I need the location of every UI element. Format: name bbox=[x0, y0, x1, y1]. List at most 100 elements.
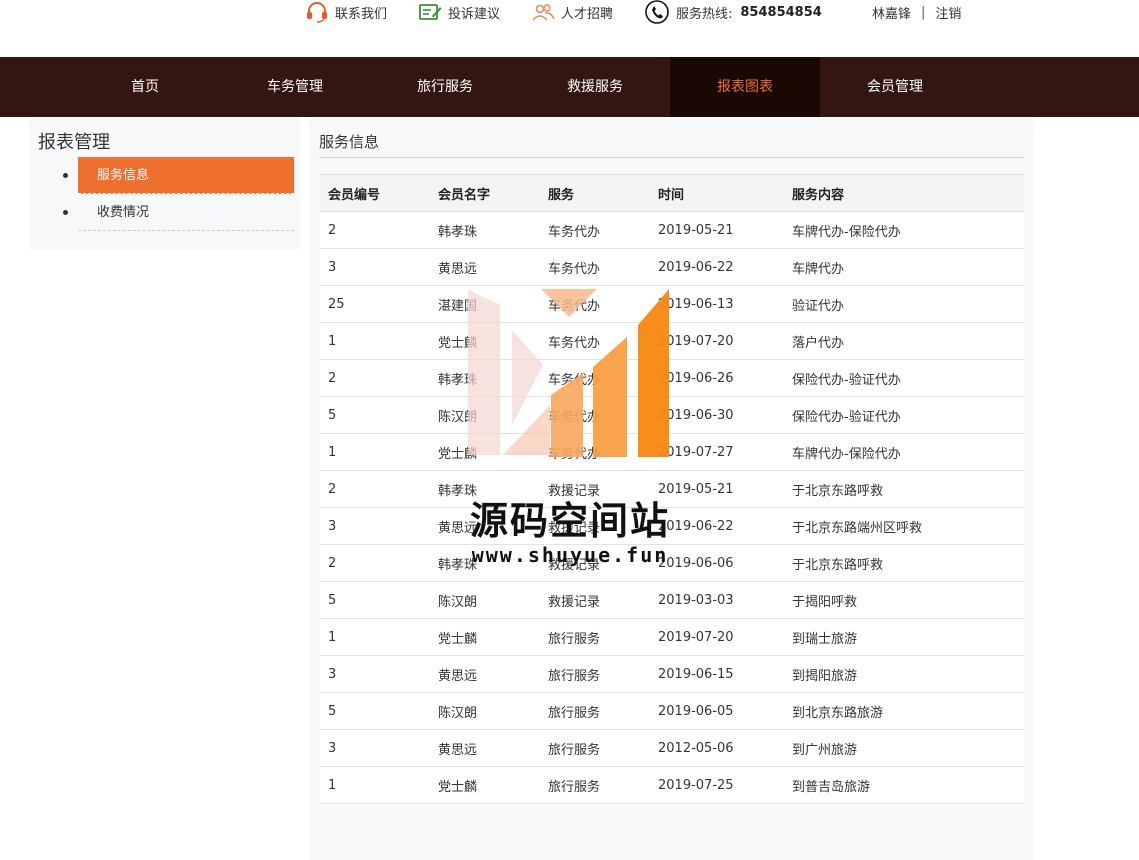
cell-time: 2019-06-22 bbox=[650, 507, 784, 545]
cell-time: 2019-07-25 bbox=[650, 766, 784, 804]
sidebar-item-service-info: 服务信息 bbox=[30, 157, 300, 194]
col-time: 时间 bbox=[650, 174, 784, 212]
sidebar: 报表管理 服务信息 收费情况 bbox=[30, 117, 300, 249]
table-row: 2 韩孝珠 救援记录 2019-05-21 于北京东路呼救 bbox=[320, 470, 1024, 508]
table-row: 2 韩孝珠 救援记录 2019-06-06 于北京东路呼救 bbox=[320, 544, 1024, 582]
cell-time: 2019-06-13 bbox=[650, 285, 784, 323]
cell-time: 2019-03-03 bbox=[650, 581, 784, 619]
cell-member-name: 黄思远 bbox=[430, 507, 540, 545]
people-icon bbox=[531, 2, 555, 22]
recruit-link[interactable]: 人才招聘 bbox=[531, 0, 613, 24]
cell-service-content: 到北京东路旅游 bbox=[784, 692, 1024, 730]
sidebar-menu: 服务信息 收费情况 bbox=[30, 157, 300, 231]
cell-member-name: 黄思远 bbox=[430, 729, 540, 767]
cell-member-id: 1 bbox=[320, 618, 430, 656]
user-separator: | bbox=[921, 4, 926, 20]
nav-item-travel[interactable]: 旅行服务 bbox=[370, 57, 520, 117]
cell-member-name: 党士麟 bbox=[430, 322, 540, 360]
col-service: 服务 bbox=[540, 174, 650, 212]
cell-member-id: 25 bbox=[320, 285, 430, 323]
cell-service-content: 到广州旅游 bbox=[784, 729, 1024, 767]
cell-member-id: 5 bbox=[320, 396, 430, 434]
cell-service-content: 车牌代办 bbox=[784, 248, 1024, 286]
cell-service-content: 车牌代办-保险代办 bbox=[784, 433, 1024, 471]
user-area: 林嘉锋 | 注销 bbox=[872, 0, 961, 24]
cell-service: 车务代办 bbox=[540, 359, 650, 397]
table-row: 3 黄思远 旅行服务 2019-06-15 到揭阳旅游 bbox=[320, 655, 1024, 693]
table-row: 2 韩孝珠 车务代办 2019-06-26 保险代办-验证代办 bbox=[320, 359, 1024, 397]
cell-time: 2019-05-21 bbox=[650, 470, 784, 508]
cell-service: 救援记录 bbox=[540, 507, 650, 545]
cell-member-name: 韩孝珠 bbox=[430, 359, 540, 397]
cell-service: 车务代办 bbox=[540, 211, 650, 249]
cell-service: 车务代办 bbox=[540, 248, 650, 286]
contact-label: 联系我们 bbox=[335, 6, 388, 22]
cell-service: 救援记录 bbox=[540, 581, 650, 619]
cell-member-name: 黄思远 bbox=[430, 655, 540, 693]
logout-link[interactable]: 注销 bbox=[935, 3, 961, 22]
cell-member-name: 湛建国 bbox=[430, 285, 540, 323]
cell-service: 车务代办 bbox=[540, 433, 650, 471]
complaint-link[interactable]: 投诉建议 bbox=[418, 0, 500, 24]
sidebar-link-service-info[interactable]: 服务信息 bbox=[78, 157, 294, 194]
hotline: 服务热线: 854854854 bbox=[644, 0, 822, 24]
cell-member-name: 韩孝珠 bbox=[430, 211, 540, 249]
table-row: 2 韩孝珠 车务代办 2019-05-21 车牌代办-保险代办 bbox=[320, 211, 1024, 249]
nav-item-members[interactable]: 会员管理 bbox=[820, 57, 970, 117]
cell-time: 2019-06-22 bbox=[650, 248, 784, 286]
col-service-content: 服务内容 bbox=[784, 174, 1024, 212]
cell-member-name: 党士麟 bbox=[430, 433, 540, 471]
cell-member-name: 陈汉朗 bbox=[430, 692, 540, 730]
cell-service: 车务代办 bbox=[540, 285, 650, 323]
bullet-icon bbox=[63, 173, 68, 178]
hotline-number: 854854854 bbox=[740, 4, 822, 20]
cell-service: 旅行服务 bbox=[540, 729, 650, 767]
cell-time: 2019-07-20 bbox=[650, 322, 784, 360]
cell-service: 旅行服务 bbox=[540, 618, 650, 656]
main-content: 服务信息 会员编号 会员名字 服务 时间 服务内容 2 韩孝珠 车务代办 2019-0… bbox=[310, 117, 1033, 860]
cell-member-id: 2 bbox=[320, 470, 430, 508]
cell-time: 2019-05-21 bbox=[650, 211, 784, 249]
sidebar-link-charges[interactable]: 收费情况 bbox=[78, 194, 294, 231]
cell-member-name: 韩孝珠 bbox=[430, 470, 540, 508]
sidebar-title: 报表管理 bbox=[38, 132, 110, 153]
col-member-name: 会员名字 bbox=[430, 174, 540, 212]
hotline-label: 服务热线: bbox=[676, 6, 733, 22]
cell-service-content: 到普吉岛旅游 bbox=[784, 766, 1024, 804]
table-body: 2 韩孝珠 车务代办 2019-05-21 车牌代办-保险代办 3 黄思远 车务代办 2019-… bbox=[320, 211, 1024, 804]
nav-item-rescue[interactable]: 救援服务 bbox=[520, 57, 670, 117]
cell-service: 旅行服务 bbox=[540, 692, 650, 730]
cell-service-content: 于北京东路端州区呼救 bbox=[784, 507, 1024, 545]
username[interactable]: 林嘉锋 bbox=[872, 3, 911, 22]
cell-member-name: 韩孝珠 bbox=[430, 544, 540, 582]
nav-item-reports[interactable]: 报表图表 bbox=[670, 57, 820, 117]
cell-member-name: 陈汉朗 bbox=[430, 396, 540, 434]
cell-member-id: 2 bbox=[320, 211, 430, 249]
cell-time: 2019-07-20 bbox=[650, 618, 784, 656]
cell-time: 2019-06-26 bbox=[650, 359, 784, 397]
table-row: 1 党士麟 车务代办 2019-07-27 车牌代办-保险代办 bbox=[320, 433, 1024, 471]
cell-service-content: 验证代办 bbox=[784, 285, 1024, 323]
cell-member-id: 2 bbox=[320, 359, 430, 397]
table-row: 3 黄思远 救援记录 2019-06-22 于北京东路端州区呼救 bbox=[320, 507, 1024, 545]
cell-member-id: 5 bbox=[320, 581, 430, 619]
phone-icon bbox=[644, 0, 670, 24]
cell-service: 旅行服务 bbox=[540, 655, 650, 693]
cell-service: 车务代办 bbox=[540, 322, 650, 360]
nav-item-home[interactable]: 首页 bbox=[70, 57, 220, 117]
cell-service-content: 于北京东路呼救 bbox=[784, 470, 1024, 508]
cell-time: 2019-06-05 bbox=[650, 692, 784, 730]
cell-service: 旅行服务 bbox=[540, 766, 650, 804]
nav-item-vehicle[interactable]: 车务管理 bbox=[220, 57, 370, 117]
cell-service-content: 车牌代办-保险代办 bbox=[784, 211, 1024, 249]
contact-link[interactable]: 联系我们 bbox=[305, 0, 387, 24]
table-row: 1 党士麟 旅行服务 2019-07-25 到普吉岛旅游 bbox=[320, 766, 1024, 804]
table-row: 5 陈汉朗 旅行服务 2019-06-05 到北京东路旅游 bbox=[320, 692, 1024, 730]
cell-member-id: 5 bbox=[320, 692, 430, 730]
table-row: 25 湛建国 车务代办 2019-06-13 验证代办 bbox=[320, 285, 1024, 323]
cell-member-id: 1 bbox=[320, 322, 430, 360]
service-table: 会员编号 会员名字 服务 时间 服务内容 2 韩孝珠 车务代办 2019-05-21 车… bbox=[320, 174, 1024, 804]
cell-time: 2019-06-15 bbox=[650, 655, 784, 693]
cell-member-name: 黄思远 bbox=[430, 248, 540, 286]
table-header-row: 会员编号 会员名字 服务 时间 服务内容 bbox=[320, 174, 1024, 212]
